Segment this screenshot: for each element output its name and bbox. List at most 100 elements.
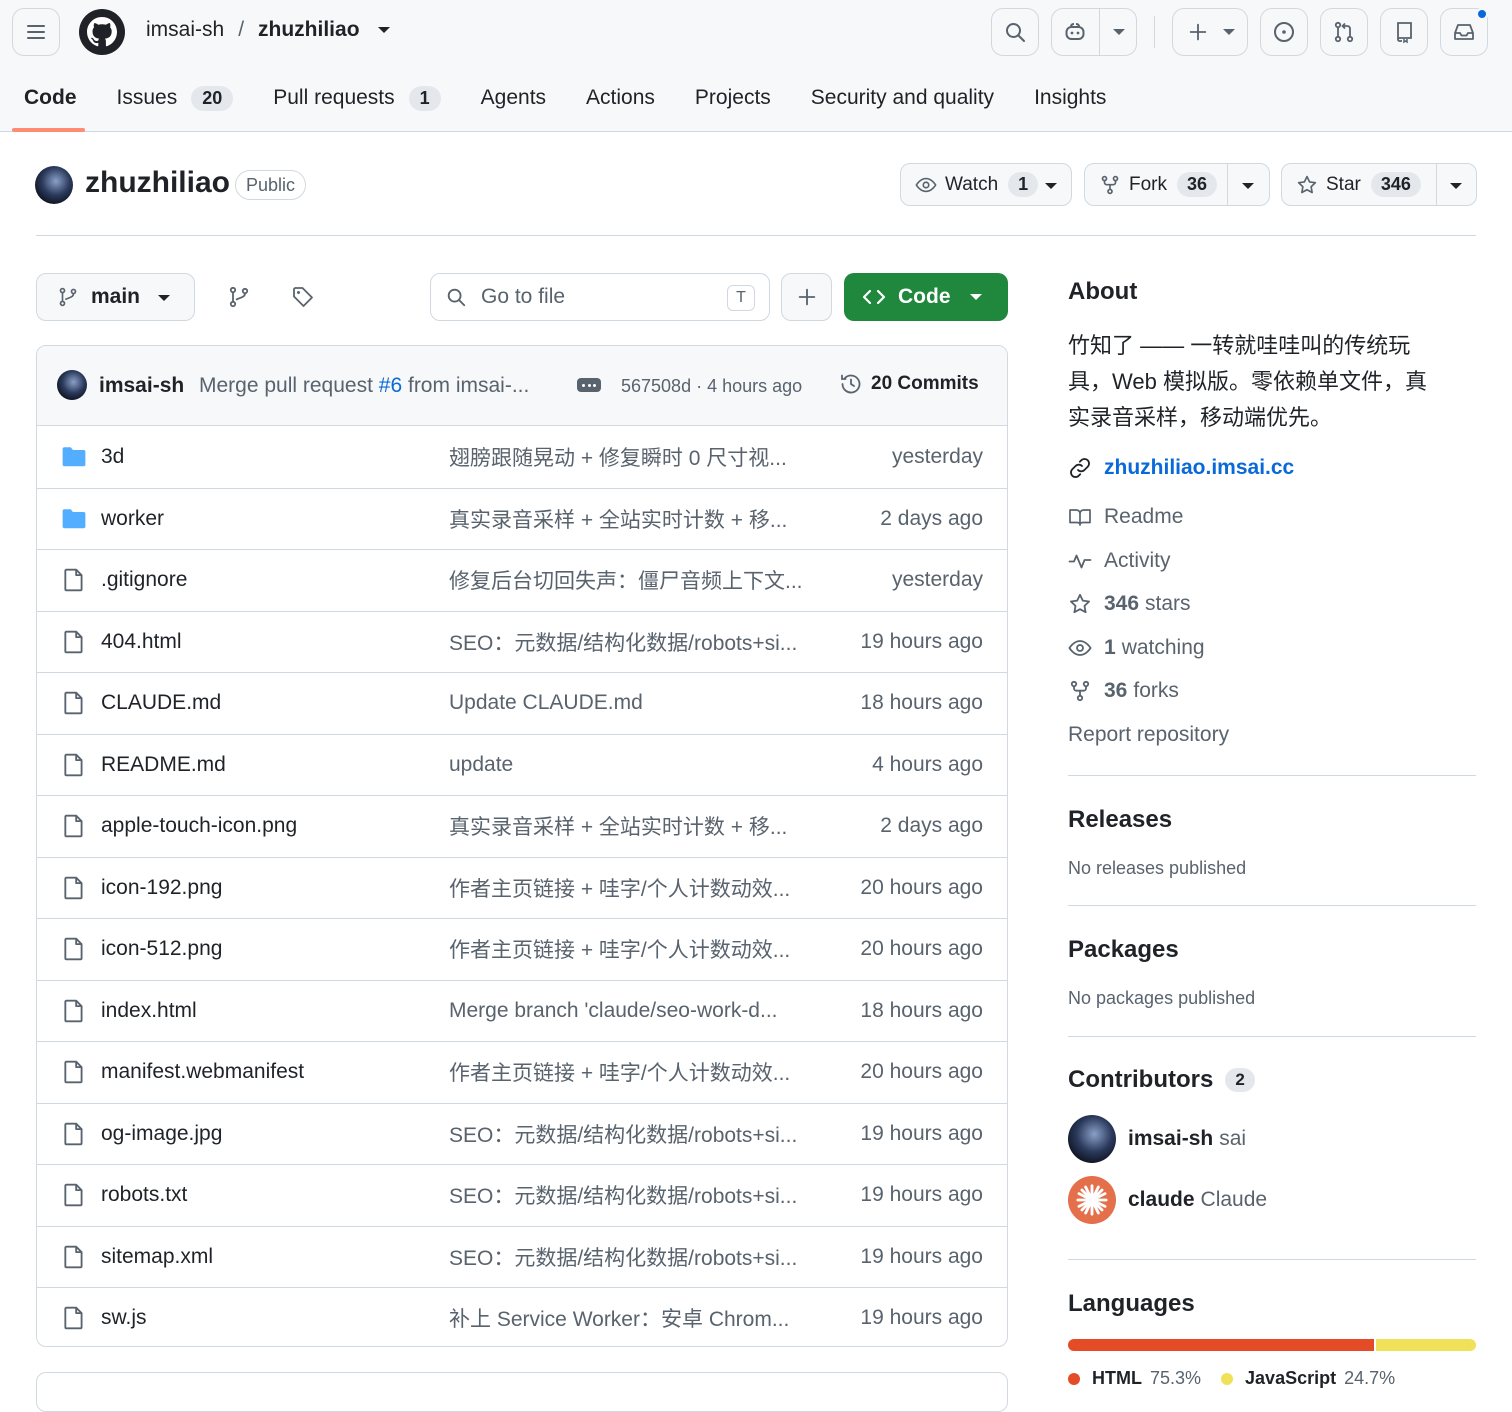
star-button[interactable]: Star 346 — [1281, 163, 1477, 206]
file-name[interactable]: CLAUDE.md — [101, 691, 221, 715]
file-row[interactable]: CLAUDE.md Update CLAUDE.md 18 hours ago — [37, 672, 1007, 734]
file-row[interactable]: 3d 翅膀跟随晃动 + 修复瞬时 0 尺寸视... yesterday — [37, 426, 1007, 488]
file-commit-message[interactable]: 真实录音采样 + 全站实时计数 + 移... — [449, 811, 801, 841]
file-name[interactable]: 404.html — [101, 630, 182, 654]
file-row[interactable]: worker 真实录音采样 + 全站实时计数 + 移... 2 days ago — [37, 487, 1007, 550]
branches-button[interactable] — [224, 282, 254, 312]
website-link[interactable]: zhuzhiliao.imsai.cc — [1068, 456, 1294, 480]
file-name[interactable]: robots.txt — [101, 1183, 187, 1207]
tab-projects[interactable]: Projects — [675, 74, 791, 122]
file-commit-message[interactable]: 翅膀跟随晃动 + 修复瞬时 0 尺寸视... — [449, 442, 801, 472]
search-button[interactable] — [991, 8, 1039, 56]
language-item[interactable]: JavaScript 24.7% — [1221, 1368, 1395, 1389]
file-commit-message[interactable]: SEO：元数据/结构化数据/robots+si... — [449, 627, 801, 657]
file-name[interactable]: 3d — [101, 445, 124, 469]
readme-link[interactable]: Readme — [1068, 505, 1183, 529]
tab-actions[interactable]: Actions — [566, 74, 675, 122]
watching-link[interactable]: 1 watching — [1068, 636, 1205, 660]
file-commit-message[interactable]: update — [449, 753, 801, 777]
file-commit-message[interactable]: SEO：元数据/结构化数据/robots+si... — [449, 1180, 801, 1210]
file-commit-message[interactable]: 补上 Service Worker：安卓 Chrom... — [449, 1303, 801, 1333]
file-row[interactable]: sitemap.xml SEO：元数据/结构化数据/robots+si... 19 … — [37, 1225, 1007, 1288]
ellipsis-button[interactable] — [577, 378, 601, 392]
file-row[interactable]: robots.txt SEO：元数据/结构化数据/robots+si... 19 h… — [37, 1164, 1007, 1226]
code-button[interactable]: Code — [844, 273, 1008, 321]
file-name[interactable]: og-image.jpg — [101, 1122, 222, 1146]
watch-caret-icon[interactable] — [1045, 183, 1057, 189]
file-name[interactable]: worker — [101, 507, 164, 531]
activity-link[interactable]: Activity — [1068, 549, 1171, 573]
file-name[interactable]: .gitignore — [101, 568, 187, 592]
file-commit-message[interactable]: Update CLAUDE.md — [449, 691, 801, 715]
contributors-heading[interactable]: Contributors — [1068, 1066, 1213, 1094]
stars-link[interactable]: 346 stars — [1068, 592, 1191, 616]
file-commit-message[interactable]: 作者主页链接 + 哇字/个人计数动效... — [449, 873, 801, 903]
file-commit-message[interactable]: SEO：元数据/结构化数据/robots+si... — [449, 1119, 801, 1149]
commit-sha-time[interactable]: 567508d · 4 hours ago — [621, 376, 802, 397]
file-commit-message[interactable]: SEO：元数据/结构化数据/robots+si... — [449, 1242, 801, 1272]
add-file-button[interactable] — [781, 273, 832, 321]
file-commit-message[interactable]: 作者主页链接 + 哇字/个人计数动效... — [449, 934, 801, 964]
star-caret-icon[interactable] — [1450, 183, 1462, 189]
inbox-button[interactable] — [1440, 8, 1488, 56]
tab-pull-requests[interactable]: Pull requests 1 — [253, 74, 460, 122]
file-row[interactable]: README.md update 4 hours ago — [37, 733, 1007, 796]
tab-agents[interactable]: Agents — [461, 74, 566, 122]
contributor-login[interactable]: imsai-sh — [1128, 1127, 1213, 1151]
commit-message[interactable]: Merge pull request #6 from imsai-... — [199, 374, 529, 398]
menu-button[interactable] — [12, 8, 60, 56]
issues-button[interactable] — [1260, 8, 1308, 56]
branch-selector[interactable]: main — [36, 273, 195, 321]
file-commit-message[interactable]: 作者主页链接 + 哇字/个人计数动效... — [449, 1057, 801, 1087]
breadcrumb-repo[interactable]: zhuzhiliao — [258, 18, 360, 42]
file-name[interactable]: apple-touch-icon.png — [101, 814, 297, 838]
file-row[interactable]: sw.js 补上 Service Worker：安卓 Chrom... 19 hou… — [37, 1287, 1007, 1346]
packages-heading[interactable]: Packages — [1068, 936, 1476, 964]
releases-heading[interactable]: Releases — [1068, 806, 1476, 834]
file-row[interactable]: apple-touch-icon.png 真实录音采样 + 全站实时计数 + 移.… — [37, 795, 1007, 857]
contributor-row[interactable]: claude Claude — [1068, 1175, 1476, 1225]
breadcrumb-owner[interactable]: imsai-sh — [146, 18, 224, 42]
tab-security-and-quality[interactable]: Security and quality — [791, 74, 1014, 122]
repo-avatar[interactable] — [35, 166, 73, 204]
github-logo[interactable] — [78, 8, 126, 56]
file-name[interactable]: icon-192.png — [101, 876, 222, 900]
file-name[interactable]: README.md — [101, 753, 226, 777]
fork-caret-icon[interactable] — [1242, 183, 1254, 189]
file-row[interactable]: icon-512.png 作者主页链接 + 哇字/个人计数动效... 20 hour… — [37, 918, 1007, 980]
watch-button[interactable]: Watch 1 — [900, 163, 1072, 206]
file-name[interactable]: sitemap.xml — [101, 1245, 213, 1269]
contributor-login[interactable]: claude — [1128, 1188, 1195, 1212]
claude-avatar[interactable] — [1068, 1176, 1116, 1224]
contributor-row[interactable]: imsai-sh sai — [1068, 1114, 1476, 1164]
go-to-file-input[interactable]: Go to file T — [430, 273, 770, 321]
report-repository-link[interactable]: Report repository — [1068, 723, 1229, 747]
tab-insights[interactable]: Insights — [1014, 74, 1126, 122]
file-commit-message[interactable]: 修复后台切回失声：僵尸音频上下文... — [449, 565, 801, 595]
repo-title[interactable]: zhuzhiliao — [85, 166, 230, 200]
repo-switcher-caret-icon[interactable] — [377, 27, 390, 33]
file-commit-message[interactable]: 真实录音采样 + 全站实时计数 + 移... — [449, 504, 801, 534]
file-commit-message[interactable]: Merge branch 'claude/seo-work-d... — [449, 999, 801, 1023]
fork-button[interactable]: Fork 36 — [1084, 163, 1270, 206]
file-row[interactable]: index.html Merge branch 'claude/seo-work-… — [37, 979, 1007, 1042]
repositories-button[interactable] — [1380, 8, 1428, 56]
tags-button[interactable] — [288, 282, 318, 312]
tab-code[interactable]: Code — [0, 74, 97, 132]
commit-author[interactable]: imsai-sh — [99, 374, 184, 398]
file-row[interactable]: og-image.jpg SEO：元数据/结构化数据/robots+si... 19… — [37, 1102, 1007, 1165]
website-url[interactable]: zhuzhiliao.imsai.cc — [1104, 456, 1294, 480]
commit-author-avatar[interactable] — [57, 370, 87, 400]
pull-requests-button[interactable] — [1320, 8, 1368, 56]
create-new-button[interactable] — [1172, 8, 1248, 56]
file-row[interactable]: .gitignore 修复后台切回失声：僵尸音频上下文... yesterday — [37, 549, 1007, 611]
avatar[interactable] — [1068, 1115, 1116, 1163]
copilot-menu-caret-icon[interactable] — [1113, 29, 1125, 35]
copilot-button[interactable] — [1051, 8, 1137, 56]
file-row[interactable]: 404.html SEO：元数据/结构化数据/robots+si... 19 hou… — [37, 610, 1007, 673]
file-name[interactable]: index.html — [101, 999, 197, 1023]
file-name[interactable]: sw.js — [101, 1306, 147, 1330]
forks-link[interactable]: 36 forks — [1068, 679, 1179, 703]
commit-pr-link[interactable]: #6 — [379, 374, 402, 397]
file-row[interactable]: icon-192.png 作者主页链接 + 哇字/个人计数动效... 20 hour… — [37, 856, 1007, 919]
